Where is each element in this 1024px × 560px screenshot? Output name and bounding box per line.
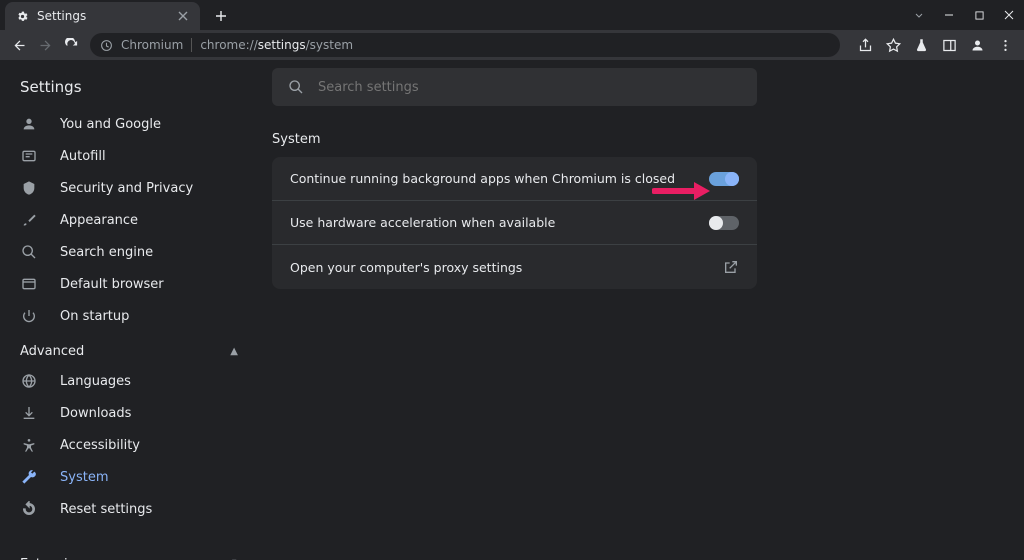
sidebar-item-system[interactable]: System: [0, 461, 258, 493]
share-icon[interactable]: [852, 32, 878, 58]
panel-icon[interactable]: [936, 32, 962, 58]
toggle-hardware-acceleration[interactable]: [709, 216, 739, 230]
sidebar-item-search-engine[interactable]: Search engine: [0, 236, 258, 268]
back-button[interactable]: [6, 32, 32, 58]
autofill-icon: [20, 147, 38, 165]
close-window-button[interactable]: [994, 0, 1024, 30]
sidebar-item-label: Default browser: [60, 277, 164, 292]
sidebar-item-label: On startup: [60, 309, 129, 324]
sidebar-item-accessibility[interactable]: Accessibility: [0, 429, 258, 461]
titlebar: Settings: [0, 0, 1024, 30]
reset-icon: [20, 500, 38, 518]
row-background-apps: Continue running background apps when Ch…: [272, 157, 757, 201]
omnibox[interactable]: Chromium chrome://settings/system: [90, 33, 840, 57]
sidebar-item-label: Autofill: [60, 149, 106, 164]
sidebar-item-default-browser[interactable]: Default browser: [0, 268, 258, 300]
close-icon[interactable]: [176, 11, 190, 21]
bookmark-icon[interactable]: [880, 32, 906, 58]
omnibox-url-pre: chrome://: [200, 38, 257, 52]
sidebar: Settings You and Google Autofill Security …: [0, 60, 258, 560]
toolbar: Chromium chrome://settings/system: [0, 30, 1024, 60]
flask-icon[interactable]: [908, 32, 934, 58]
window-controls: [904, 0, 1024, 30]
sidebar-item-label: Security and Privacy: [60, 181, 193, 196]
maximize-button[interactable]: [964, 0, 994, 30]
search-icon: [20, 243, 38, 261]
accessibility-icon: [20, 436, 38, 454]
menu-icon[interactable]: [992, 32, 1018, 58]
extensions-link[interactable]: Extensions: [0, 545, 258, 560]
person-icon: [20, 115, 38, 133]
sidebar-item-security[interactable]: Security and Privacy: [0, 172, 258, 204]
external-link-icon: [723, 259, 739, 275]
main: System Continue running background apps …: [258, 60, 1024, 560]
sidebar-item-autofill[interactable]: Autofill: [0, 140, 258, 172]
search-field[interactable]: [318, 80, 741, 95]
sidebar-item-appearance[interactable]: Appearance: [0, 204, 258, 236]
omnibox-url-post: /system: [306, 38, 353, 52]
browser-tab[interactable]: Settings: [5, 2, 200, 30]
sidebar-item-reset[interactable]: Reset settings: [0, 493, 258, 525]
download-icon: [20, 404, 38, 422]
gear-icon: [15, 9, 29, 23]
sidebar-item-you-google[interactable]: You and Google: [0, 108, 258, 140]
section-title: System: [258, 106, 1024, 157]
row-proxy-settings[interactable]: Open your computer's proxy settings: [272, 245, 757, 289]
sidebar-item-label: You and Google: [60, 117, 161, 132]
shield-icon: [20, 179, 38, 197]
settings-card: Continue running background apps when Ch…: [272, 157, 757, 289]
advanced-section[interactable]: Advanced ▲: [0, 332, 258, 365]
search-input[interactable]: [272, 68, 757, 106]
sidebar-item-label: Downloads: [60, 406, 131, 421]
advanced-label: Advanced: [20, 344, 84, 359]
sidebar-item-label: System: [60, 470, 108, 485]
sidebar-item-label: Appearance: [60, 213, 138, 228]
sidebar-item-label: Languages: [60, 374, 131, 389]
forward-button[interactable]: [32, 32, 58, 58]
power-icon: [20, 307, 38, 325]
sidebar-item-languages[interactable]: Languages: [0, 365, 258, 397]
brush-icon: [20, 211, 38, 229]
search-icon: [288, 79, 304, 95]
reload-button[interactable]: [58, 32, 84, 58]
sidebar-item-label: Reset settings: [60, 502, 152, 517]
toggle-background-apps[interactable]: [709, 172, 739, 186]
chevron-up-icon: ▲: [230, 346, 238, 357]
row-hardware-acceleration: Use hardware acceleration when available: [272, 201, 757, 245]
browser-icon: [20, 275, 38, 293]
sidebar-item-downloads[interactable]: Downloads: [0, 397, 258, 429]
page-title: Settings: [0, 68, 258, 108]
sidebar-item-startup[interactable]: On startup: [0, 300, 258, 332]
tab-title: Settings: [37, 9, 86, 23]
globe-icon: [20, 372, 38, 390]
omnibox-prefix: Chromium: [121, 38, 192, 52]
wrench-icon: [20, 468, 38, 486]
omnibox-url-bold: settings: [258, 38, 306, 52]
profile-icon[interactable]: [964, 32, 990, 58]
sidebar-item-label: Search engine: [60, 245, 153, 260]
sidebar-item-label: Accessibility: [60, 438, 140, 453]
new-tab-button[interactable]: [208, 3, 234, 29]
chevron-down-icon[interactable]: [904, 0, 934, 30]
minimize-button[interactable]: [934, 0, 964, 30]
